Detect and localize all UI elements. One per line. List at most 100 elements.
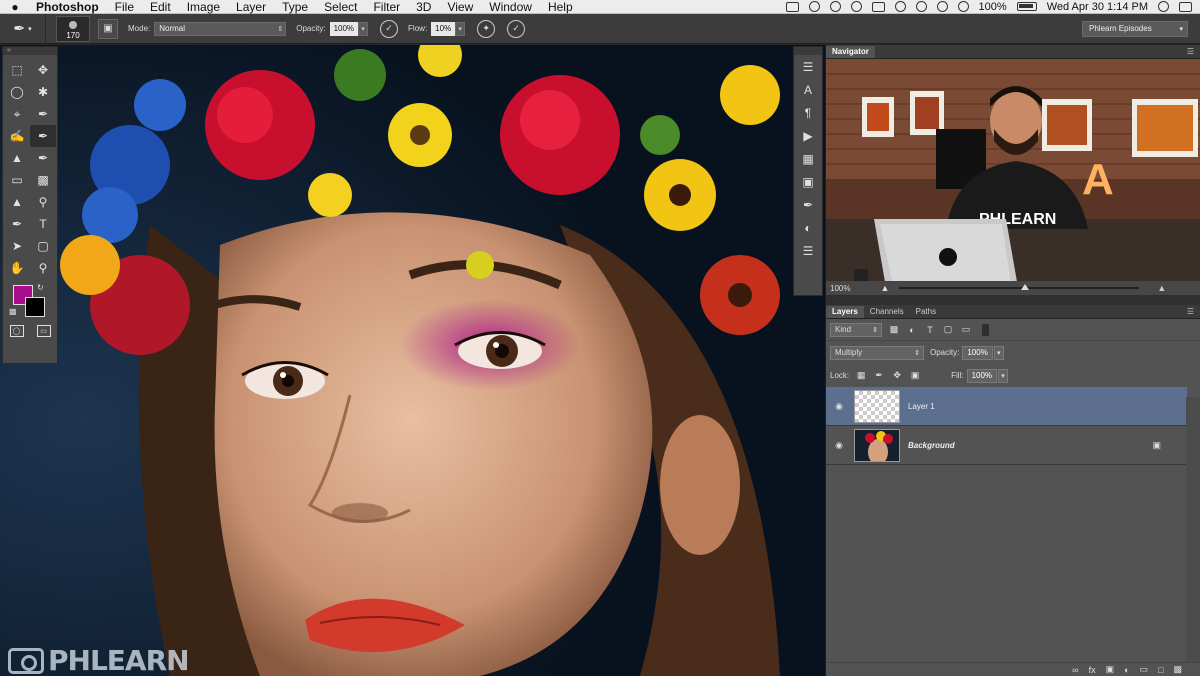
menu-image[interactable]: Image [179, 0, 228, 14]
hand-tool-icon[interactable]: ✋ [4, 257, 30, 279]
menu-type[interactable]: Type [274, 0, 316, 14]
quick-mask-icon[interactable]: ◯ [9, 325, 24, 337]
apple-menu-icon[interactable]: ● [0, 0, 30, 14]
brush-size-picker[interactable]: 170 [56, 15, 90, 42]
wifi-icon[interactable] [936, 1, 948, 12]
time-machine-icon[interactable] [894, 1, 906, 12]
navigator-zoom-value[interactable]: 100% [830, 284, 850, 293]
background-color-swatch[interactable] [25, 297, 45, 317]
panel-dock-handle[interactable] [794, 47, 822, 55]
zoom-in-mountain-icon[interactable]: ▲ [1157, 283, 1166, 293]
brush-tool-icon[interactable]: ✒ [30, 125, 56, 147]
spotlight-search-icon[interactable] [1158, 1, 1169, 12]
layer-visibility-eye-icon[interactable]: ◉ [826, 440, 852, 451]
new-group-folder-icon[interactable]: ▭ [1140, 664, 1149, 675]
paragraph-panel-icon[interactable]: ¶ [794, 101, 822, 124]
lock-position-icon[interactable]: ✥ [891, 370, 903, 382]
screen-mode-icon[interactable]: ▭ [36, 325, 51, 337]
menu-app-photoshop[interactable]: Photoshop [30, 0, 107, 14]
bluetooth-icon[interactable] [915, 1, 927, 12]
character-panel-icon[interactable]: A [794, 78, 822, 101]
pressure-size-icon[interactable]: ✓ [507, 19, 526, 38]
filter-shape-layers-icon[interactable]: ▢ [942, 324, 954, 336]
background-layer-thumbnail[interactable] [854, 428, 900, 462]
creative-cloud-icon[interactable] [829, 1, 841, 12]
marquee-tool-icon[interactable]: ⬚ [4, 59, 30, 81]
menu-help[interactable]: Help [540, 0, 581, 14]
volume-icon[interactable] [957, 1, 969, 12]
zoom-slider-knob[interactable] [1021, 284, 1030, 290]
navigator-zoom-slider[interactable] [899, 284, 1140, 290]
airbrush-icon[interactable]: ✦ [477, 19, 496, 38]
layer-style-fx-icon[interactable]: fx [1089, 665, 1096, 675]
zoom-tool-icon[interactable]: ⚲ [30, 257, 56, 279]
adjustments-panel-icon[interactable]: ◐ [794, 216, 822, 239]
link-layers-icon[interactable]: ∞ [1072, 665, 1078, 675]
menu-bar-clock[interactable]: Wed Apr 30 1:14 PM [1047, 1, 1148, 13]
menu-edit[interactable]: Edit [142, 0, 179, 14]
layer-row-background[interactable]: ◉ Background ▣ [826, 426, 1187, 465]
menu-window[interactable]: Window [481, 0, 540, 14]
filter-smart-objects-icon[interactable]: ▭ [960, 324, 972, 336]
path-selection-tool-icon[interactable]: ➤ [4, 235, 30, 257]
eraser-tool-icon[interactable]: ▭ [4, 169, 30, 191]
zoom-out-mountain-icon[interactable]: ▲ [880, 283, 889, 293]
add-layer-mask-icon[interactable]: ▣ [1106, 664, 1115, 675]
lock-image-pixels-icon[interactable]: ✒ [873, 370, 885, 382]
lock-transparent-pixels-icon[interactable]: ▦ [855, 370, 867, 382]
opacity-field[interactable]: 100% [329, 21, 359, 36]
delete-layer-trash-icon[interactable]: ▩ [1173, 664, 1182, 675]
menu-file[interactable]: File [107, 0, 142, 14]
flow-slider-toggle[interactable]: ▾ [455, 21, 466, 36]
type-tool-icon[interactable]: T [30, 213, 56, 235]
notification-bell-icon[interactable] [850, 1, 862, 12]
move-tool-icon[interactable]: ✥ [30, 59, 56, 81]
menu-layer[interactable]: Layer [228, 0, 274, 14]
brush-tool-preset-picker[interactable]: ✒ ▾ [0, 13, 46, 44]
lock-all-icon[interactable]: ▣ [909, 370, 921, 382]
layer-filter-toggle[interactable] [982, 323, 989, 336]
document-canvas[interactable] [0, 45, 825, 676]
battery-icon[interactable] [1016, 2, 1037, 11]
flow-field[interactable]: 10% [431, 21, 456, 36]
properties-panel-icon[interactable]: ☰ [794, 239, 822, 262]
quick-selection-tool-icon[interactable]: ✱ [30, 81, 56, 103]
notification-center-icon[interactable] [1179, 1, 1192, 12]
layer-thumbnail[interactable] [854, 389, 900, 423]
filter-type-layers-icon[interactable]: T [924, 324, 936, 336]
opacity-slider-toggle[interactable]: ▾ [358, 21, 369, 36]
menu-3d[interactable]: 3D [408, 0, 439, 14]
tab-layers[interactable]: Layers [826, 306, 864, 318]
dodge-tool-icon[interactable]: ⚲ [30, 191, 56, 213]
history-panel-icon[interactable]: ☰ [794, 55, 822, 78]
swap-colors-icon[interactable]: ↻ [37, 283, 44, 292]
tab-navigator[interactable]: Navigator [826, 46, 875, 58]
layer-opacity-field[interactable]: 100% [962, 345, 993, 360]
menu-view[interactable]: View [439, 0, 481, 14]
clone-stamp-tool-icon[interactable]: ▲ [4, 147, 30, 169]
gradient-tool-icon[interactable]: ▩ [30, 169, 56, 191]
default-colors-icon[interactable]: ▩ [9, 307, 17, 316]
filter-adjustment-layers-icon[interactable]: ◐ [906, 324, 918, 336]
layer-name[interactable]: Background [908, 441, 955, 450]
actions-panel-icon[interactable]: ▶ [794, 124, 822, 147]
tools-panel-handle[interactable]: « [3, 47, 57, 55]
shape-tool-icon[interactable]: ▢ [30, 235, 56, 257]
tab-channels[interactable]: Channels [864, 306, 910, 318]
eyedropper-tool-icon[interactable]: ✒ [30, 103, 56, 125]
filter-pixel-layers-icon[interactable]: ▩ [888, 324, 900, 336]
lasso-tool-icon[interactable]: ◯ [4, 81, 30, 103]
workspace-switcher[interactable]: Phlearn Episodes ▾ [1082, 20, 1188, 37]
layer-row-layer-1[interactable]: ◉ Layer 1 [826, 387, 1187, 426]
panel-separator[interactable] [826, 295, 1200, 305]
pen-tool-icon[interactable]: ✒ [4, 213, 30, 235]
mode-dropdown[interactable]: Normal ⇕ [154, 21, 287, 36]
panel-menu-icon[interactable]: ☰ [1187, 46, 1194, 58]
fill-slider-toggle[interactable]: ▾ [998, 368, 1009, 383]
swatches-panel-icon[interactable]: ▦ [794, 147, 822, 170]
new-adjustment-layer-icon[interactable]: ◐ [1124, 665, 1129, 675]
styles-panel-icon[interactable]: ▣ [794, 170, 822, 193]
layers-panel-menu-icon[interactable]: ☰ [1187, 306, 1194, 318]
layers-scrollbar[interactable] [1186, 397, 1200, 676]
new-layer-icon[interactable]: □ [1158, 665, 1163, 675]
